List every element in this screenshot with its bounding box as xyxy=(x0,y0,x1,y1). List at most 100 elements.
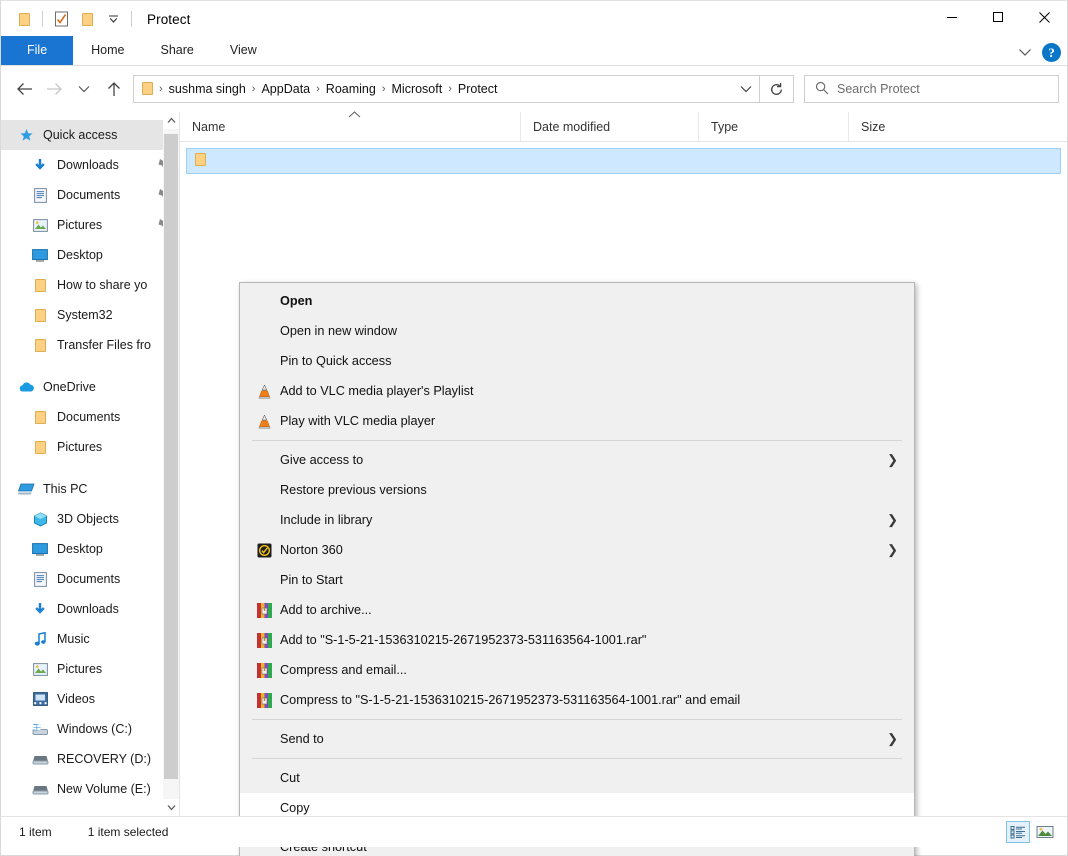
sidebar-item-how-to-share[interactable]: How to share yo xyxy=(1,270,179,300)
customize-dropdown-icon[interactable] xyxy=(100,6,126,32)
menu-item-play-with-vlc[interactable]: Play with VLC media player xyxy=(240,406,914,436)
no-icon xyxy=(256,293,272,309)
navigation-scrollbar[interactable] xyxy=(163,112,179,816)
sidebar-item-3d-objects[interactable]: 3D Objects xyxy=(1,504,179,534)
menu-item-pin-to-start[interactable]: Pin to Start xyxy=(240,565,914,595)
sidebar-item-label: Videos xyxy=(57,692,95,706)
details-view-button[interactable] xyxy=(1006,821,1030,843)
music-note-icon xyxy=(31,630,49,648)
back-button[interactable] xyxy=(9,74,39,104)
folder-icon[interactable] xyxy=(11,6,37,32)
scroll-down-arrow[interactable] xyxy=(163,799,179,816)
chevron-down-icon[interactable] xyxy=(1018,46,1032,60)
menu-item-send-to[interactable]: Send to ❯ xyxy=(240,724,914,754)
scroll-up-arrow[interactable] xyxy=(163,112,179,129)
sidebar-item-pictures[interactable]: Pictures xyxy=(1,210,179,240)
properties-checkbox-icon[interactable] xyxy=(48,6,74,32)
sidebar-item-music[interactable]: Music xyxy=(1,624,179,654)
column-header-type[interactable]: Type xyxy=(698,111,848,142)
sidebar-item-pc-documents[interactable]: Documents xyxy=(1,564,179,594)
menu-item-cut[interactable]: Cut xyxy=(240,763,914,793)
breadcrumb-item-2[interactable]: Roaming xyxy=(322,82,380,96)
sidebar-item-recovery-d[interactable]: RECOVERY (D:) xyxy=(1,744,179,774)
search-input[interactable]: Search Protect xyxy=(837,82,920,96)
menu-item-give-access-to[interactable]: Give access to ❯ xyxy=(240,445,914,475)
address-dropdown-icon[interactable] xyxy=(733,76,759,102)
column-header-size[interactable]: Size xyxy=(848,111,978,142)
breadcrumb-item-3[interactable]: Microsoft xyxy=(388,82,447,96)
forward-button[interactable] xyxy=(39,74,69,104)
drive-icon xyxy=(31,780,49,798)
menu-item-restore-previous-versions[interactable]: Restore previous versions xyxy=(240,475,914,505)
tab-view[interactable]: View xyxy=(212,36,275,65)
sidebar-item-new-volume-e[interactable]: New Volume (E:) xyxy=(1,774,179,804)
sidebar-item-label: Desktop xyxy=(57,248,103,262)
menu-item-open[interactable]: Open xyxy=(240,286,914,316)
table-row[interactable] xyxy=(186,148,1061,174)
sidebar-item-label: Pictures xyxy=(57,218,103,232)
address-bar: › sushma singh › AppData › Roaming › Mic… xyxy=(1,66,1067,112)
menu-item-include-in-library[interactable]: Include in library ❯ xyxy=(240,505,914,535)
sidebar-item-onedrive[interactable]: OneDrive xyxy=(1,372,179,402)
sidebar-item-transfer-files[interactable]: Transfer Files fro xyxy=(1,330,179,360)
search-box[interactable]: Search Protect xyxy=(804,75,1059,103)
scrollbar-thumb[interactable] xyxy=(164,134,178,779)
sidebar-item-pc-downloads[interactable]: Downloads xyxy=(1,594,179,624)
recent-locations-button[interactable] xyxy=(69,74,99,104)
explorer-body: Quick access Downloads Documents Picture… xyxy=(1,111,1067,856)
sidebar-item-pc-desktop[interactable]: Desktop xyxy=(1,534,179,564)
sidebar-item-windows-c[interactable]: Windows (C:) xyxy=(1,714,179,744)
maximize-button[interactable] xyxy=(975,1,1021,33)
large-icons-view-button[interactable] xyxy=(1033,821,1057,843)
breadcrumb-item-4[interactable]: Protect xyxy=(454,82,502,96)
ribbon-right-controls: ? xyxy=(1018,43,1061,62)
breadcrumb-item-0[interactable]: sushma singh xyxy=(165,82,250,96)
address-box[interactable]: › sushma singh › AppData › Roaming › Mic… xyxy=(133,75,760,103)
menu-item-add-to-rar[interactable]: Add to "S-1-5-21-1536310215-2671952373-5… xyxy=(240,625,914,655)
column-header-date-modified[interactable]: Date modified xyxy=(520,111,698,142)
sidebar-item-videos[interactable]: Videos xyxy=(1,684,179,714)
tab-home[interactable]: Home xyxy=(73,36,142,65)
sidebar-item-documents[interactable]: Documents xyxy=(1,180,179,210)
folder-icon xyxy=(31,336,49,354)
close-button[interactable] xyxy=(1021,1,1067,33)
menu-item-pin-to-quick-access[interactable]: Pin to Quick access xyxy=(240,346,914,376)
tab-share[interactable]: Share xyxy=(143,36,212,65)
sidebar-item-desktop[interactable]: Desktop xyxy=(1,240,179,270)
refresh-button[interactable] xyxy=(760,75,794,103)
menu-item-open-in-new-window[interactable]: Open in new window xyxy=(240,316,914,346)
new-folder-icon[interactable] xyxy=(74,6,100,32)
winrar-icon xyxy=(256,662,272,678)
menu-item-add-to-vlc-playlist[interactable]: Add to VLC media player's Playlist xyxy=(240,376,914,406)
no-icon xyxy=(256,512,272,528)
sidebar-item-label: Pictures xyxy=(57,440,103,454)
scrollbar-track[interactable] xyxy=(163,129,179,799)
chevron-right-icon: ❯ xyxy=(887,452,898,467)
sidebar-item-quick-access[interactable]: Quick access xyxy=(1,120,179,150)
sidebar-item-label: Windows (C:) xyxy=(57,722,133,736)
menu-item-label: Compress and email... xyxy=(280,663,407,677)
menu-item-label: Restore previous versions xyxy=(280,483,427,497)
sidebar-item-pc-pictures[interactable]: Pictures xyxy=(1,654,179,684)
tab-file[interactable]: File xyxy=(1,36,74,65)
menu-item-norton-360[interactable]: Norton 360 ❯ xyxy=(240,535,914,565)
sidebar-item-onedrive-documents[interactable]: Documents xyxy=(1,402,179,432)
breadcrumb-separator: › xyxy=(159,83,163,95)
sidebar-item-downloads[interactable]: Downloads xyxy=(1,150,179,180)
sidebar-item-onedrive-pictures[interactable]: Pictures xyxy=(1,432,179,462)
breadcrumb-folder-icon xyxy=(140,82,157,96)
menu-item-add-to-archive[interactable]: Add to archive... xyxy=(240,595,914,625)
menu-item-compress-to-rar-and-email[interactable]: Compress to "S-1-5-21-1536310215-2671952… xyxy=(240,685,914,715)
help-icon[interactable]: ? xyxy=(1042,43,1061,62)
sidebar-item-system32[interactable]: System32 xyxy=(1,300,179,330)
star-pin-icon xyxy=(17,126,35,144)
minimize-button[interactable] xyxy=(929,1,975,33)
nav-group-gap xyxy=(1,462,179,474)
sidebar-item-label: Transfer Files fro xyxy=(57,338,152,352)
sidebar-item-this-pc[interactable]: This PC xyxy=(1,474,179,504)
menu-item-compress-and-email[interactable]: Compress and email... xyxy=(240,655,914,685)
breadcrumb-item-1[interactable]: AppData xyxy=(257,82,314,96)
up-button[interactable] xyxy=(99,74,129,104)
menu-separator xyxy=(252,758,902,759)
status-bar: 1 item 1 item selected xyxy=(1,816,1067,847)
